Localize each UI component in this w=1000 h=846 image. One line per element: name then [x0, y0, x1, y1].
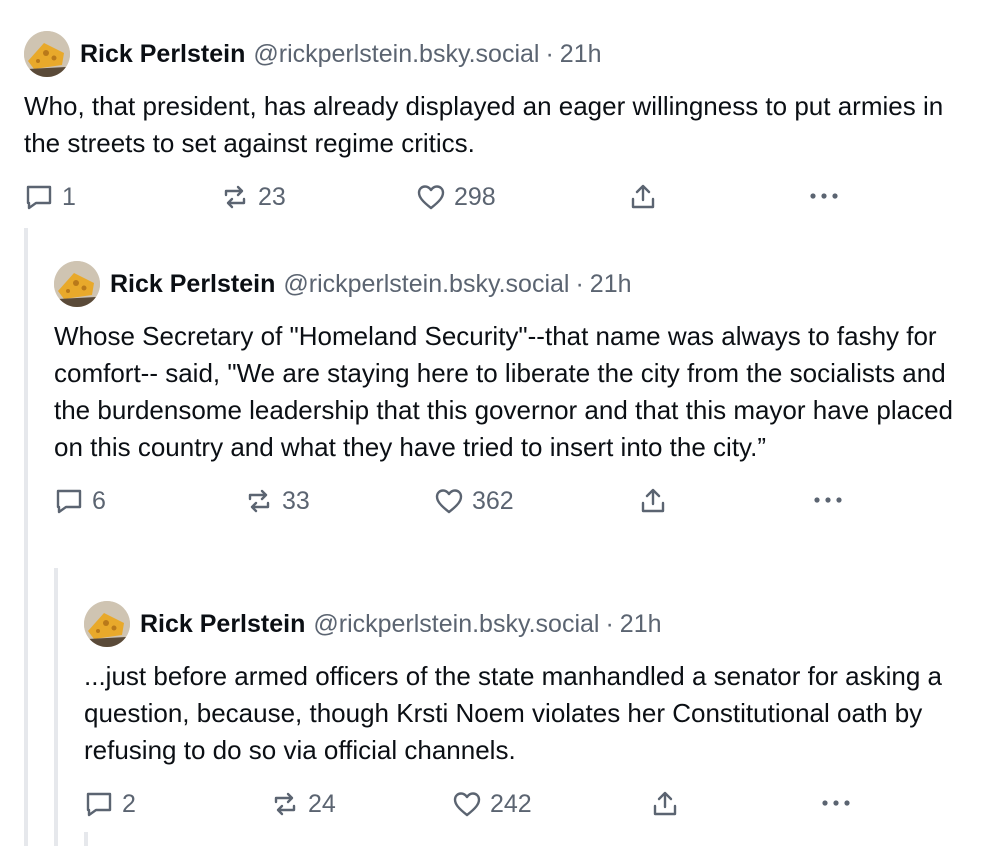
thread-line-2: [54, 568, 58, 846]
avatar[interactable]: [24, 31, 70, 77]
share-icon: [628, 183, 658, 211]
reply-icon: [54, 487, 84, 515]
post-header: Rick Perlstein @rickperlstein.bsky.socia…: [84, 600, 984, 648]
reply-button[interactable]: 6: [54, 484, 106, 518]
post-text: Who, that president, has already display…: [24, 91, 944, 158]
repost-count: 23: [258, 182, 286, 211]
repost-icon: [244, 487, 274, 515]
author-handle[interactable]: @rickperlstein.bsky.social: [283, 270, 569, 299]
more-options-button[interactable]: [812, 484, 844, 518]
post-time[interactable]: 21h: [620, 610, 662, 639]
like-icon: [452, 790, 482, 818]
post[interactable]: Rick Perlstein @rickperlstein.bsky.socia…: [54, 260, 984, 518]
reply-icon: [84, 790, 114, 818]
repost-count: 33: [282, 486, 310, 515]
like-count: 362: [472, 486, 514, 515]
author-handle[interactable]: @rickperlstein.bsky.social: [253, 40, 539, 69]
post[interactable]: Rick Perlstein @rickperlstein.bsky.socia…: [24, 30, 974, 214]
more-icon: [812, 492, 844, 510]
repost-icon: [220, 183, 250, 211]
post-text: Whose Secretary of "Homeland Security"--…: [54, 321, 953, 462]
repost-button[interactable]: 24: [270, 787, 336, 821]
post-time[interactable]: 21h: [560, 40, 602, 69]
post-time[interactable]: 21h: [590, 270, 632, 299]
reply-count: 6: [92, 486, 106, 515]
post-header: Rick Perlstein @rickperlstein.bsky.socia…: [54, 260, 984, 308]
repost-button[interactable]: 33: [244, 484, 310, 518]
repost-count: 24: [308, 789, 336, 818]
share-button[interactable]: [628, 180, 658, 214]
separator-dot: ·: [605, 609, 614, 638]
repost-button[interactable]: 23: [220, 180, 286, 214]
repost-icon: [270, 790, 300, 818]
post-actions: 1 23 298: [24, 180, 974, 214]
like-count: 242: [490, 789, 532, 818]
post-header: Rick Perlstein @rickperlstein.bsky.socia…: [24, 30, 974, 78]
like-button[interactable]: 362: [434, 484, 514, 518]
more-icon: [820, 795, 852, 813]
post-actions: 6 33 362: [54, 484, 984, 518]
author-handle[interactable]: @rickperlstein.bsky.social: [313, 610, 599, 639]
more-icon: [808, 188, 840, 206]
like-icon: [434, 487, 464, 515]
more-options-button[interactable]: [808, 180, 840, 214]
separator-dot: ·: [545, 39, 554, 68]
author-name[interactable]: Rick Perlstein: [80, 40, 245, 69]
reply-button[interactable]: 1: [24, 180, 76, 214]
reply-button[interactable]: 2: [84, 787, 136, 821]
share-icon: [650, 790, 680, 818]
reply-icon: [24, 183, 54, 211]
reply-count: 2: [122, 789, 136, 818]
like-count: 298: [454, 182, 496, 211]
more-options-button[interactable]: [820, 787, 852, 821]
thread-line-3: [84, 832, 88, 846]
post-actions: 2 24 242: [84, 787, 984, 821]
share-button[interactable]: [650, 787, 680, 821]
thread-line-1: [24, 228, 28, 846]
reply-count: 1: [62, 182, 76, 211]
author-name[interactable]: Rick Perlstein: [140, 610, 305, 639]
share-button[interactable]: [638, 484, 668, 518]
separator-dot: ·: [575, 269, 584, 298]
avatar[interactable]: [54, 261, 100, 307]
like-button[interactable]: 242: [452, 787, 532, 821]
post-text: ...just before armed officers of the sta…: [84, 661, 943, 765]
avatar[interactable]: [84, 601, 130, 647]
like-button[interactable]: 298: [416, 180, 496, 214]
author-name[interactable]: Rick Perlstein: [110, 270, 275, 299]
share-icon: [638, 487, 668, 515]
post[interactable]: Rick Perlstein @rickperlstein.bsky.socia…: [84, 600, 984, 821]
like-icon: [416, 183, 446, 211]
